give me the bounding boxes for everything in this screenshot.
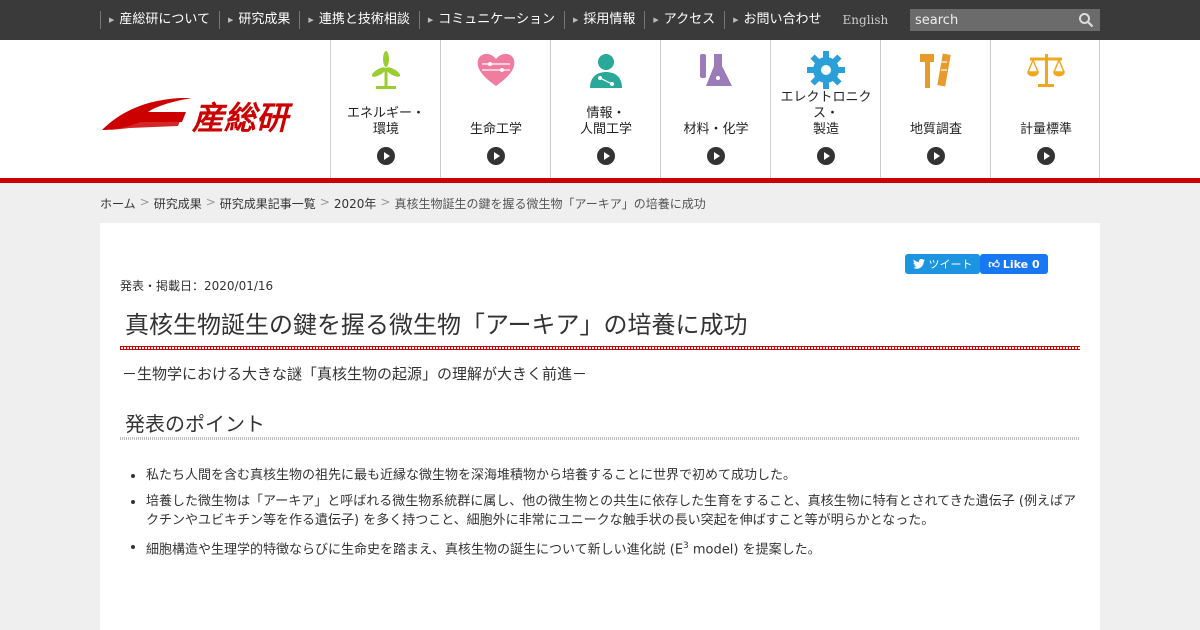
category-info-human[interactable]: 情報・ 人間工学: [550, 40, 660, 178]
category-geology[interactable]: 地質調査: [880, 40, 990, 178]
list-item: 細胞構造や生理学的特徴ならびに生命史を踏まえ、真核生物の誕生について新しい進化説…: [128, 537, 1078, 559]
category-label: 計量標準: [1019, 122, 1072, 137]
top-nav: ▶ 産総研について ▶ 研究成果 ▶ 連携と技術相談 ▶ コミュニケーション ▶ 採用情報…: [100, 0, 897, 40]
points-heading: 発表のポイント: [125, 412, 265, 436]
category-label: 情報・ 人間工学: [579, 106, 632, 137]
breadcrumb-separator: >: [319, 195, 330, 209]
aist-logo[interactable]: 産総研: [100, 92, 310, 137]
social-buttons: ツイート 👍︎ Like 0: [905, 254, 1048, 274]
logo-text: 産総研: [191, 99, 294, 136]
category-life-science[interactable]: 生命工学: [440, 40, 550, 178]
heart-icon: [477, 53, 515, 86]
topnav-label: 連携と技術相談: [318, 12, 410, 27]
publish-date: 発表・掲載日：2020/01/16: [120, 279, 274, 293]
breadcrumb-separator: >: [380, 195, 391, 209]
list-item-text: model) を提案した。: [688, 542, 821, 558]
breadcrumb-separator: >: [139, 195, 150, 209]
list-item: 培養した微生物は「アーキア」と呼ばれる微生物系統群に属し、他の微生物との共生に依…: [128, 492, 1078, 530]
facebook-like-button[interactable]: 👍︎ Like 0: [980, 254, 1048, 274]
top-bar: ▶ 産総研について ▶ 研究成果 ▶ 連携と技術相談 ▶ コミュニケーション ▶ 採用情報…: [0, 0, 1200, 40]
search-icon[interactable]: [1078, 12, 1094, 28]
english-link[interactable]: English: [831, 11, 898, 29]
list-item: 私たち人間を含む真核生物の祖先に最も近縁な微生物を深海堆積物から培養することに世…: [128, 466, 1078, 485]
category-label: エネルギー・ 環境: [346, 106, 425, 137]
tweet-label: ツイート: [928, 258, 973, 271]
flask-icon: [700, 54, 732, 86]
heading-underline: [120, 437, 1080, 440]
like-label: Like 0: [1002, 257, 1040, 271]
topnav-about[interactable]: ▶ 産総研について: [100, 11, 219, 29]
twitter-bird-icon: [912, 259, 925, 269]
play-icon: [597, 147, 615, 165]
play-icon: [707, 147, 725, 165]
breadcrumb-separator: >: [205, 195, 216, 209]
category-label: 地質調査: [909, 122, 962, 137]
play-icon: [927, 147, 945, 165]
topnav-communication[interactable]: ▶ コミュニケーション: [418, 11, 564, 29]
logo-mark: 産総研: [102, 98, 294, 137]
breadcrumb-research[interactable]: 研究成果: [154, 195, 202, 212]
category-electronics[interactable]: エレクトロニクス・ 製造: [770, 40, 880, 178]
list-item-text: 細胞構造や生理学的特徴ならびに生命史を踏まえ、真核生物の誕生について新しい進化説…: [146, 542, 684, 558]
play-icon: [487, 147, 505, 165]
title-underline: [120, 346, 1080, 350]
points-list: 私たち人間を含む真核生物の祖先に最も近縁な微生物を深海堆積物から培養することに世…: [128, 466, 1078, 566]
category-materials[interactable]: 材料・化学: [660, 40, 770, 178]
topnav-contact[interactable]: ▶ お問い合わせ: [724, 11, 830, 29]
hammer-icon: [920, 53, 951, 88]
category-label: エレクトロニクス・ 製造: [780, 90, 872, 137]
search-box: [910, 9, 1100, 31]
topnav-label: 産総研について: [119, 12, 211, 27]
topnav-label: コミュニケーション: [438, 12, 555, 27]
scale-icon: [1027, 54, 1065, 87]
breadcrumb-home[interactable]: ホーム: [100, 195, 136, 212]
category-label: 生命工学: [469, 122, 522, 137]
topnav-label: 採用情報: [583, 12, 636, 27]
breadcrumb-articles[interactable]: 研究成果記事一覧: [220, 195, 316, 212]
search-input[interactable]: [910, 12, 1070, 28]
topnav-collab[interactable]: ▶ 連携と技術相談: [299, 11, 418, 29]
topnav-recruit[interactable]: ▶ 採用情報: [563, 11, 644, 29]
play-icon: [817, 147, 835, 165]
topnav-access[interactable]: ▶ アクセス: [644, 11, 724, 29]
category-nav: エネルギー・ 環境 生命工学 情報・ 人間工学 材料・化学 エレクトロニクス・ …: [330, 40, 1100, 178]
gear-icon: [807, 51, 845, 89]
category-label: 材料・化学: [683, 122, 749, 137]
play-icon: [377, 147, 395, 165]
topnav-label: お問い合わせ: [743, 12, 822, 27]
breadcrumb-year[interactable]: 2020年: [334, 195, 377, 212]
header-red-line: [0, 178, 1200, 183]
topnav-label: アクセス: [663, 12, 716, 27]
topnav-research[interactable]: ▶ 研究成果: [219, 11, 299, 29]
windmill-icon: [371, 51, 401, 89]
topnav-label: 研究成果: [238, 12, 291, 27]
person-icon: [590, 54, 622, 88]
thumbs-up-icon: 👍︎: [988, 257, 1000, 271]
category-metrology[interactable]: 計量標準: [990, 40, 1100, 178]
page-subtitle: －生物学における大きな謎「真核生物の起源」の理解が大きく前進－: [122, 365, 588, 383]
breadcrumb: ホーム > 研究成果 > 研究成果記事一覧 > 2020年 > 真核生物誕生の鍵を握る微…: [100, 195, 706, 212]
page-title: 真核生物誕生の鍵を握る微生物「アーキア」の培養に成功: [125, 311, 748, 339]
breadcrumb-current: 真核生物誕生の鍵を握る微生物「アーキア」の培養に成功: [394, 197, 706, 211]
tweet-button[interactable]: ツイート: [905, 254, 980, 274]
category-energy[interactable]: エネルギー・ 環境: [330, 40, 440, 178]
article: ツイート 👍︎ Like 0 発表・掲載日：2020/01/16 真核生物誕生の…: [100, 223, 1100, 630]
play-icon: [1037, 147, 1055, 165]
